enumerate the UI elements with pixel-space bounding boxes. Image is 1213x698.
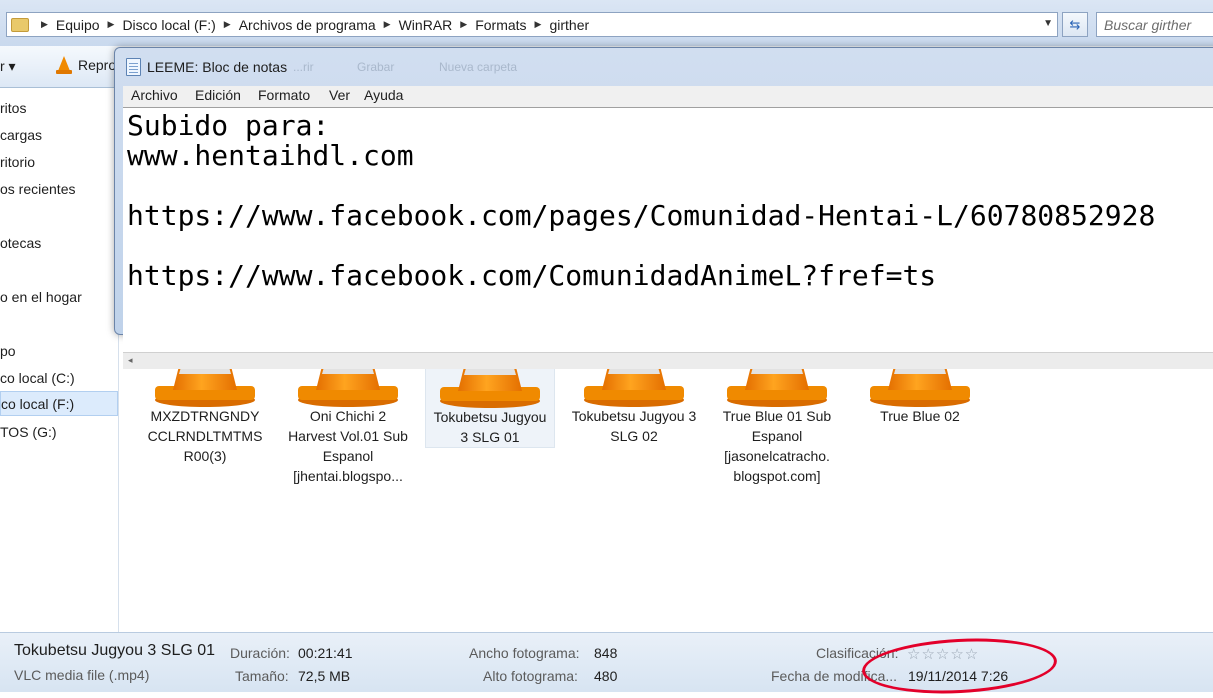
- menu-bar: Archivo Edición Formato Ver Ayuda: [123, 86, 1213, 107]
- background-toolbar-text: Grabar: [357, 60, 395, 74]
- vlc-icon: [56, 56, 72, 74]
- horizontal-scrollbar[interactable]: ◂: [123, 352, 1213, 369]
- chevron-right-icon[interactable]: ▶: [535, 19, 542, 30]
- detail-file-type: VLC media file (.mp4): [14, 667, 150, 683]
- text-line: Subido para:: [127, 109, 330, 142]
- breadcrumb-item[interactable]: WinRAR: [399, 17, 453, 33]
- text-line: https://www.facebook.com/pages/Comunidad…: [127, 199, 1156, 232]
- frame-height-label: Alto fotograma:: [483, 668, 578, 684]
- breadcrumb-item[interactable]: Disco local (F:): [122, 17, 215, 33]
- size-value: 72,5 MB: [298, 668, 351, 684]
- refresh-button[interactable]: ⇆: [1062, 12, 1088, 37]
- nav-item-drive-c[interactable]: co local (C:): [0, 366, 118, 391]
- address-bar[interactable]: ▶ Equipo ▶ Disco local (F:) ▶ Archivos de p…: [6, 12, 1058, 37]
- breadcrumb-item[interactable]: Archivos de programa: [239, 17, 376, 33]
- size-label: Tamaño:: [235, 668, 289, 684]
- address-bar-row: ▶ Equipo ▶ Disco local (F:) ▶ Archivos de p…: [0, 0, 1213, 46]
- nav-item-recent-places[interactable]: os recientes: [0, 177, 118, 202]
- chevron-right-icon[interactable]: ▶: [41, 19, 48, 30]
- frame-height-value: 480: [594, 668, 618, 684]
- play-button-label: Repro: [78, 57, 117, 73]
- nav-item-drive-g[interactable]: TOS (G:): [0, 420, 118, 445]
- background-toolbar-text: ...rir: [293, 60, 314, 74]
- breadcrumb-item[interactable]: girther: [549, 17, 589, 33]
- navigation-pane: ritos cargas ritorio os recientes otecas…: [0, 88, 119, 632]
- nav-item-computer[interactable]: po: [0, 339, 118, 364]
- nav-item-favorites[interactable]: ritos: [0, 96, 118, 121]
- file-name: Oni Chichi 2 Harvest Vol.01 Sub Espanol …: [288, 408, 408, 484]
- file-name: Tokubetsu Jugyou 3 SLG 01: [433, 409, 547, 445]
- frame-width-label: Ancho fotograma:: [469, 645, 580, 661]
- menu-edicion[interactable]: Edición: [195, 87, 241, 103]
- breadcrumb-item[interactable]: Equipo: [56, 17, 100, 33]
- breadcrumb-item[interactable]: Formats: [475, 17, 526, 33]
- notepad-window: LEEME: Bloc de notas ...rir Grabar Nueva…: [114, 47, 1213, 369]
- file-name: MXZDTRNGNDY CCLRNDLTMTMS R00(3): [147, 408, 263, 464]
- nav-item-desktop[interactable]: ritorio: [0, 150, 118, 175]
- detail-file-name: Tokubetsu Jugyou 3 SLG 01: [14, 642, 216, 659]
- file-name: True Blue 02: [880, 408, 960, 424]
- background-toolbar-text: Nueva carpeta: [439, 60, 518, 74]
- file-name: True Blue 01 Sub Espanol [jasonelcatrach…: [722, 408, 832, 484]
- window-title: LEEME: Bloc de notas: [147, 59, 288, 75]
- duration-label: Duración:: [230, 645, 290, 661]
- text-line: https://www.facebook.com/ComunidadAnimeL…: [127, 259, 937, 292]
- scroll-left-icon[interactable]: ◂: [128, 355, 133, 366]
- notepad-icon: [126, 58, 141, 76]
- menu-ayuda[interactable]: Ayuda: [364, 87, 403, 103]
- text-editor[interactable]: Subido para: www.hentaihdl.com https://w…: [123, 107, 1213, 352]
- nav-item-homegroup[interactable]: o en el hogar: [0, 285, 118, 310]
- menu-ver[interactable]: Ver: [329, 87, 350, 103]
- file-name: Tokubetsu Jugyou 3 SLG 02: [571, 408, 697, 444]
- address-dropdown-icon[interactable]: ▼: [1043, 18, 1053, 29]
- search-input[interactable]: Buscar girther: [1096, 12, 1213, 37]
- organize-button[interactable]: r ▾: [0, 58, 16, 75]
- nav-item-libraries[interactable]: otecas: [0, 231, 118, 256]
- duration-value: 00:21:41: [298, 645, 353, 661]
- text-line: www.hentaihdl.com: [127, 139, 414, 172]
- chevron-right-icon[interactable]: ▶: [460, 19, 467, 30]
- chevron-right-icon[interactable]: ▶: [224, 19, 231, 30]
- chevron-right-icon[interactable]: ▶: [384, 19, 391, 30]
- menu-archivo[interactable]: Archivo: [131, 87, 178, 103]
- menu-formato[interactable]: Formato: [258, 87, 310, 103]
- refresh-icon: ⇆: [1069, 17, 1081, 32]
- play-button[interactable]: Repro: [56, 56, 116, 74]
- chevron-right-icon[interactable]: ▶: [108, 19, 115, 30]
- frame-width-value: 848: [594, 645, 618, 661]
- nav-item-drive-f[interactable]: co local (F:): [0, 391, 118, 416]
- nav-item-downloads[interactable]: cargas: [0, 123, 118, 148]
- folder-icon: [11, 17, 29, 32]
